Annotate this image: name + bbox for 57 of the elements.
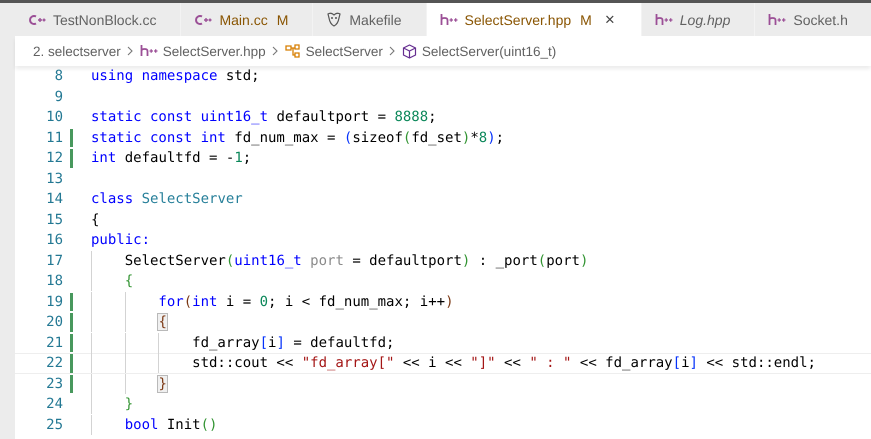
line-number: 23	[45, 376, 63, 392]
code-line: fd_array[i] = defaultfd;	[91, 334, 394, 351]
chevron-icon	[388, 46, 396, 56]
breadcrumb-item[interactable]: SelectServer	[284, 44, 383, 58]
code-line: static const uint16_t defaultport = 8888;	[91, 109, 437, 126]
line-number: 21	[45, 334, 63, 351]
line-number: 9	[54, 88, 63, 105]
cube-icon	[402, 44, 417, 58]
code-line: {	[91, 273, 134, 290]
gnu-head-icon	[326, 12, 342, 27]
code-line: SelectServer(uint16_t port = defaultport) : _port(port)	[91, 252, 588, 269]
code-line: static const int fd_num_max = (sizeof(fd_set)*8);	[91, 130, 504, 146]
header-file-icon	[440, 14, 458, 26]
line-number: 22	[45, 355, 63, 372]
code-line: std::cout << "fd_array[" << i << "]" << " : " << fd_array[i] << std::endl;	[91, 355, 816, 372]
line-number: 13	[45, 170, 63, 187]
editor-tab[interactable]: Socket.h	[755, 3, 871, 36]
breadcrumb-item[interactable]: SelectServer(uint16_t)	[402, 44, 556, 58]
line-number: 18	[45, 273, 63, 290]
editor-tab[interactable]: Log.hpp	[642, 3, 756, 36]
code-line: class SelectServer	[91, 191, 243, 208]
editor-tab[interactable]: TestNonBlock.cc	[15, 3, 182, 36]
line-number: 24	[45, 396, 63, 412]
cpp-file-icon	[194, 14, 212, 26]
line-number: 17	[45, 252, 63, 269]
code-line: {	[91, 314, 167, 330]
editor-tab[interactable]: SelectServer.hpp M ×	[426, 3, 642, 36]
header-file-icon	[768, 14, 786, 26]
code-line: for(int i = 0; i < fd_num_max; i++)	[91, 294, 454, 310]
class-icon	[284, 44, 301, 58]
code-line: {	[91, 212, 100, 228]
header-file-icon	[140, 45, 158, 57]
line-number: 25	[45, 416, 63, 433]
line-number: 8	[54, 68, 63, 84]
code-line: public:	[91, 232, 150, 248]
line-number: 12	[45, 150, 63, 166]
code-line: }	[91, 396, 134, 412]
chevron-icon	[126, 46, 134, 56]
line-number: 15	[45, 212, 63, 228]
line-number: 16	[45, 232, 63, 248]
code-line: int defaultfd = -1;	[91, 150, 252, 166]
editor-tab[interactable]: Main.cc M	[181, 3, 314, 36]
line-number: 19	[45, 294, 63, 310]
breadcrumb-item[interactable]: SelectServer.hpp	[140, 44, 266, 58]
cpp-file-icon	[28, 14, 46, 26]
editor-tab[interactable]: Makefile	[313, 3, 427, 36]
header-file-icon	[654, 14, 673, 26]
code-line: bool Init()	[91, 416, 218, 433]
line-number: 20	[45, 314, 63, 330]
line-number: 10	[45, 109, 63, 126]
close-button[interactable]: ×	[602, 10, 617, 30]
line-number: 14	[45, 191, 63, 208]
code-line: using namespace std;	[91, 68, 260, 84]
line-number: 11	[45, 130, 63, 146]
chevron-icon	[272, 46, 279, 56]
code-line: }	[91, 376, 167, 392]
breadcrumb-item[interactable]: 2. selectserver	[33, 44, 121, 58]
